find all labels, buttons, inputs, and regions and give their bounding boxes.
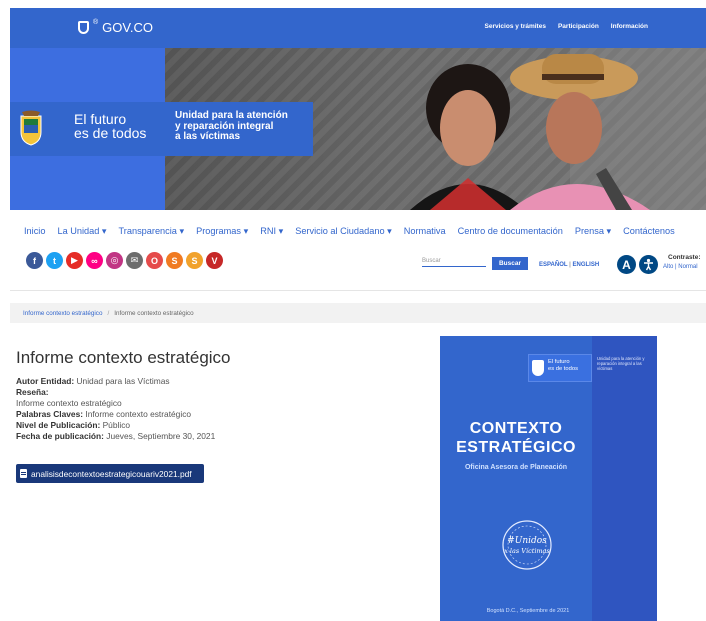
brand-line-2: es de todos bbox=[74, 125, 147, 141]
gov-link-servicios[interactable]: Servicios y trámites bbox=[485, 23, 546, 30]
meta-resena-row: Reseña: bbox=[16, 387, 215, 398]
lang-espanol[interactable]: ESPAÑOL bbox=[539, 262, 567, 268]
meta-fecha-row: Fecha de publicación: Jueves, Septiembre… bbox=[16, 431, 215, 442]
seal-top-text: #Unidos bbox=[507, 536, 547, 546]
brand-text: El futuro es de todos bbox=[74, 112, 146, 140]
nav-item-normativa[interactable]: Normativa bbox=[404, 226, 446, 237]
govco-registered-mark: ® bbox=[93, 19, 99, 26]
nav-item-rni[interactable]: RNI ▾ bbox=[260, 226, 283, 237]
unidad-text: Unidad para la atención y reparación int… bbox=[175, 110, 288, 143]
main-nav: Inicio La Unidad ▾ Transparencia ▾ Progr… bbox=[24, 226, 675, 237]
nav-item-inicio[interactable]: Inicio bbox=[24, 226, 45, 237]
breadcrumb: Informe contexto estratégico / Informe c… bbox=[10, 303, 706, 323]
hero-banner: El futuro es de todos Unidad para la ate… bbox=[10, 48, 706, 210]
gov-bar: ® GOV.CO Servicios y trámites Participac… bbox=[10, 8, 706, 48]
banner-people-photo bbox=[410, 48, 706, 210]
o-icon[interactable]: O bbox=[146, 252, 163, 269]
breadcrumb-link[interactable]: Informe contexto estratégico bbox=[23, 310, 102, 317]
twitter-icon[interactable]: t bbox=[46, 252, 63, 269]
gov-top-links: Servicios y trámites Participación Infor… bbox=[485, 23, 648, 30]
unidad-line-3: a las víctimas bbox=[175, 131, 241, 142]
accessibility-icon[interactable] bbox=[639, 255, 658, 274]
document-cover-image[interactable]: El futuro es de todos Unidad para la ate… bbox=[440, 336, 657, 621]
unidos-seal-icon: #Unidos x las Víctimas bbox=[502, 520, 552, 570]
meta-nivel-label: Nivel de Publicación: bbox=[16, 420, 101, 430]
brand-line-1: El futuro bbox=[74, 111, 127, 127]
govco-shield-icon bbox=[78, 21, 89, 34]
meta-autor-label: Autor Entidad: bbox=[16, 376, 75, 386]
meta-fecha-label: Fecha de publicación: bbox=[16, 431, 104, 441]
social-icons: f t ▶ ∞ ◎ ✉ O S S V bbox=[26, 252, 223, 269]
facebook-icon[interactable]: f bbox=[26, 252, 43, 269]
gov-link-informacion[interactable]: Información bbox=[611, 23, 648, 30]
cover-title-line-1: CONTEXTO bbox=[469, 420, 563, 437]
cover-brand-text: El futuro es de todos bbox=[548, 359, 578, 372]
nav-item-contactenos[interactable]: Contáctenos bbox=[623, 226, 675, 237]
cover-brand-line-2: es de todos bbox=[548, 365, 578, 372]
unidad-victimas-box: Unidad para la atención y reparación int… bbox=[165, 102, 313, 156]
seal-bottom-text: x las Víctimas bbox=[504, 547, 550, 555]
lang-separator: | bbox=[569, 262, 571, 268]
lang-english[interactable]: ENGLISH bbox=[572, 262, 599, 268]
page-title: Informe contexto estratégico bbox=[16, 348, 231, 367]
search-button[interactable]: Buscar bbox=[492, 257, 528, 270]
nav-item-servicio-ciudadano[interactable]: Servicio al Ciudadano ▾ bbox=[295, 226, 392, 237]
document-icon bbox=[20, 469, 27, 478]
meta-palabras-label: Palabras Claves: bbox=[16, 409, 84, 419]
cover-title-line-2: ESTRATÉGICO bbox=[456, 439, 576, 456]
cover-subtitle: Oficina Asesora de Planeación bbox=[464, 464, 568, 471]
s-icon[interactable]: S bbox=[166, 252, 183, 269]
meta-autor-row: Autor Entidad: Unidad para las Víctimas bbox=[16, 376, 215, 387]
breadcrumb-separator: / bbox=[107, 309, 110, 317]
s2-icon[interactable]: S bbox=[186, 252, 203, 269]
nav-item-prensa[interactable]: Prensa ▾ bbox=[575, 226, 611, 237]
pdf-download-button[interactable]: analisisdecontextoestrategicouariv2021.p… bbox=[16, 464, 204, 483]
nav-item-centro-documentacion[interactable]: Centro de documentación bbox=[458, 226, 563, 237]
youtube-icon[interactable]: ▶ bbox=[66, 252, 83, 269]
document-metadata: Autor Entidad: Unidad para las Víctimas … bbox=[16, 376, 215, 442]
govco-logo[interactable]: ® GOV.CO bbox=[78, 19, 153, 35]
nav-item-programas[interactable]: Programas ▾ bbox=[196, 226, 248, 237]
meta-resena-label: Reseña: bbox=[16, 387, 49, 397]
meta-palabras-value: Informe contexto estratégico bbox=[85, 409, 192, 419]
person-accessibility-icon bbox=[644, 258, 653, 271]
mail-icon[interactable]: ✉ bbox=[126, 252, 143, 269]
brand-el-futuro: El futuro es de todos bbox=[10, 102, 165, 156]
govco-logo-text: GOV.CO bbox=[102, 20, 153, 35]
cover-footer: Bogotá D.C., Septiembre de 2021 bbox=[486, 608, 570, 614]
v-icon[interactable]: V bbox=[206, 252, 223, 269]
meta-autor-value: Unidad para las Víctimas bbox=[76, 376, 170, 386]
meta-palabras-row: Palabras Claves: Informe contexto estrat… bbox=[16, 409, 215, 420]
meta-nivel-row: Nivel de Publicación: Público bbox=[16, 420, 215, 431]
contrast-label: Contraste: bbox=[668, 254, 701, 261]
colombia-coat-of-arms-icon bbox=[20, 110, 42, 146]
header-divider bbox=[10, 290, 706, 291]
contrast-options[interactable]: Alto | Normal bbox=[663, 264, 698, 270]
cover-shield-icon bbox=[532, 360, 544, 376]
nav-item-la-unidad[interactable]: La Unidad ▾ bbox=[57, 226, 106, 237]
breadcrumb-current: Informe contexto estratégico bbox=[114, 309, 194, 317]
meta-resena-value: Informe contexto estratégico bbox=[16, 398, 122, 408]
instagram-icon[interactable]: ◎ bbox=[106, 252, 123, 269]
search-input[interactable]: Buscar bbox=[422, 258, 486, 267]
unidad-line-1: Unidad para la atención bbox=[175, 110, 288, 121]
pdf-file-name: analisisdecontextoestrategicouariv2021.p… bbox=[31, 468, 192, 479]
text-size-icon[interactable]: A bbox=[617, 255, 636, 274]
meta-fecha-value: Jueves, Septiembre 30, 2021 bbox=[106, 431, 216, 441]
cover-unidad-text: Unidad para la atención y reparación int… bbox=[597, 356, 645, 371]
meta-nivel-value: Público bbox=[102, 420, 131, 430]
gov-link-participacion[interactable]: Participación bbox=[558, 23, 599, 30]
language-switcher: ESPAÑOL | ENGLISH bbox=[539, 262, 599, 268]
cover-side-strip bbox=[592, 336, 657, 621]
cover-title: CONTEXTO ESTRATÉGICO bbox=[440, 419, 592, 457]
flickr-icon[interactable]: ∞ bbox=[86, 252, 103, 269]
nav-item-transparencia[interactable]: Transparencia ▾ bbox=[119, 226, 185, 237]
